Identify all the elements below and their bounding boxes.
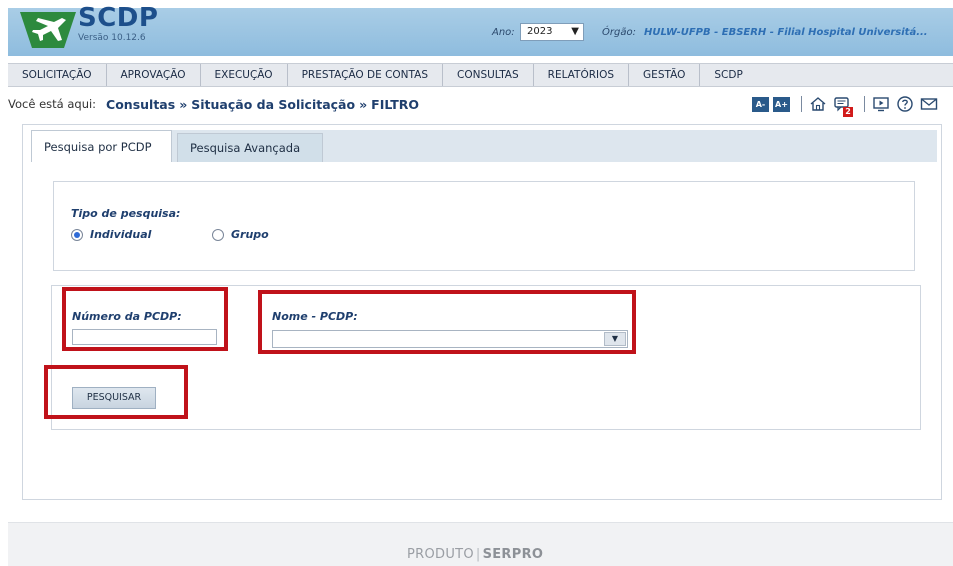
divider — [801, 96, 802, 112]
menu-item-consultas[interactable]: CONSULTAS — [443, 64, 534, 86]
mail-icon[interactable] — [920, 95, 938, 113]
footer-separator: | — [475, 547, 481, 562]
logo[interactable]: SCDP Versão 10.12.6 — [12, 4, 162, 56]
highlight-numero-pcdp — [62, 287, 228, 351]
menu-item-solicitacao[interactable]: SOLICITAÇÃO — [8, 64, 107, 86]
menu-item-relatorios[interactable]: RELATÓRIOS — [534, 64, 630, 86]
tab-pesquisa-por-pcdp[interactable]: Pesquisa por PCDP — [31, 130, 172, 162]
breadcrumb: Você está aqui: Consultas » Situação da … — [8, 94, 419, 114]
menu-item-prestacao-de-contas[interactable]: PRESTAÇÃO DE CONTAS — [288, 64, 443, 86]
orgao-value[interactable]: HULW-UFPB - EBSERH - Filial Hospital Uni… — [644, 27, 928, 38]
messages-button[interactable]: 2 — [833, 95, 853, 117]
highlight-nome-pcdp — [258, 290, 636, 354]
video-icon[interactable] — [872, 95, 890, 113]
divider — [864, 96, 865, 112]
app-header: SCDP Versão 10.12.6 Ano: 2023 ▼ Órgão: H… — [8, 4, 953, 56]
tipo-pesquisa-label: Tipo de pesquisa: — [71, 207, 181, 220]
radio-individual-circle[interactable] — [71, 228, 83, 241]
breadcrumb-separator: » — [359, 96, 368, 112]
footer-serpro: SERPRO — [482, 547, 544, 562]
font-decrease-button[interactable]: A- — [752, 96, 769, 112]
menu-item-execucao[interactable]: EXECUÇÃO — [201, 64, 288, 86]
scdp-page: SCDP Versão 10.12.6 Ano: 2023 ▼ Órgão: H… — [0, 0, 953, 566]
highlight-pesquisar — [44, 365, 188, 419]
app-name: SCDP — [78, 3, 159, 33]
home-icon[interactable] — [809, 95, 827, 113]
menu-item-gestao[interactable]: GESTÃO — [629, 64, 701, 86]
tipo-pesquisa-box: Tipo de pesquisa: Individual Grupo — [53, 181, 915, 271]
footer-produto: PRODUTO — [407, 547, 474, 562]
notification-badge: 2 — [843, 107, 853, 117]
toolbar-icons: A- A+ 2 — [752, 94, 944, 117]
menu-item-scdp[interactable]: SCDP — [700, 64, 756, 86]
ano-value: 2023 — [527, 26, 553, 37]
font-increase-button[interactable]: A+ — [773, 96, 790, 112]
app-version: Versão 10.12.6 — [78, 33, 146, 43]
radio-grupo[interactable]: Grupo — [212, 228, 269, 241]
radio-individual[interactable]: Individual — [71, 228, 151, 241]
ano-select[interactable]: 2023 ▼ — [520, 23, 584, 41]
footer-credit: PRODUTO | SERPRO — [407, 547, 543, 562]
radio-grupo-label[interactable]: Grupo — [231, 228, 269, 241]
chevron-down-icon: ▼ — [571, 26, 579, 37]
breadcrumb-separator: » — [179, 96, 188, 112]
breadcrumb-consultas[interactable]: Consultas — [106, 97, 175, 112]
ano-label: Ano: — [492, 27, 515, 38]
help-icon[interactable] — [896, 95, 914, 113]
radio-grupo-circle[interactable] — [212, 228, 224, 241]
airplane-logo-icon — [20, 12, 76, 48]
main-menu: SOLICITAÇÃO APROVAÇÃO EXECUÇÃO PRESTAÇÃO… — [8, 63, 953, 87]
orgao-label: Órgão: — [602, 27, 636, 38]
breadcrumb-prefix: Você está aqui: — [8, 97, 97, 111]
menu-item-aprovacao[interactable]: APROVAÇÃO — [107, 64, 201, 86]
radio-individual-label[interactable]: Individual — [90, 228, 151, 241]
tab-pesquisa-avancada[interactable]: Pesquisa Avançada — [177, 133, 323, 162]
breadcrumb-filtro: FILTRO — [371, 96, 420, 112]
breadcrumb-situacao[interactable]: Situação da Solicitação — [191, 97, 355, 112]
